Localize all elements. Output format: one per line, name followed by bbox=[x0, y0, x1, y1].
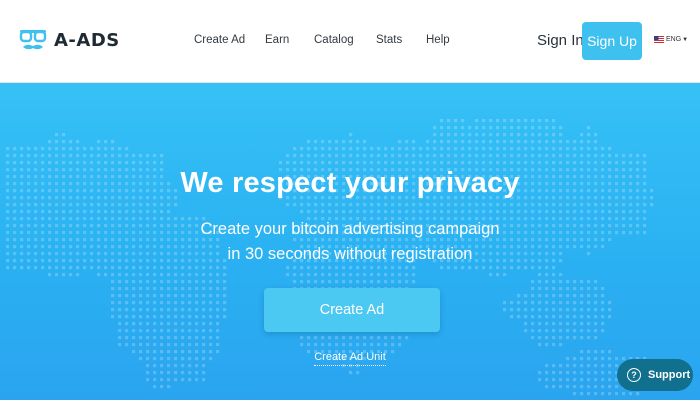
nav-item-catalog[interactable]: Catalog bbox=[314, 34, 354, 46]
nav-item-earn[interactable]: Earn bbox=[265, 34, 289, 46]
logo[interactable]: A-ADS bbox=[18, 24, 120, 56]
nav-item-stats[interactable]: Stats bbox=[376, 34, 402, 46]
question-circle-icon: ? bbox=[627, 368, 641, 382]
glasses-mustache-icon bbox=[18, 25, 48, 55]
language-code: ENG bbox=[666, 36, 682, 43]
create-ad-unit-link-wrapper: Create Ad Unit bbox=[0, 351, 700, 366]
language-selector[interactable]: ENG ▼ bbox=[654, 36, 688, 43]
support-label: Support bbox=[648, 369, 691, 381]
create-ad-button-label: Create Ad bbox=[319, 302, 385, 318]
us-flag-icon bbox=[654, 36, 664, 43]
hero-section: We respect your privacy Create your bitc… bbox=[0, 83, 700, 400]
header: A-ADS Create Ad Earn Catalog Stats Help … bbox=[0, 0, 700, 83]
hero-title: We respect your privacy bbox=[180, 167, 520, 199]
nav-item-create-ad[interactable]: Create Ad bbox=[194, 34, 245, 46]
hero-subtitle-line-2: in 30 seconds without registration bbox=[227, 245, 473, 263]
chevron-down-icon: ▼ bbox=[682, 36, 689, 43]
sign-up-label: Sign Up bbox=[587, 33, 637, 49]
sign-up-button[interactable]: Sign Up bbox=[582, 22, 642, 60]
create-ad-unit-link[interactable]: Create Ad Unit bbox=[314, 351, 386, 366]
support-button[interactable]: ? Support bbox=[617, 359, 693, 391]
hero-subtitle-line-1: Create your bitcoin advertising campaign bbox=[200, 220, 500, 238]
nav-item-help[interactable]: Help bbox=[426, 34, 450, 46]
sign-in-link[interactable]: Sign In bbox=[537, 32, 584, 49]
create-ad-button[interactable]: Create Ad bbox=[264, 288, 440, 332]
hero-subtitle: Create your bitcoin advertising campaign… bbox=[0, 217, 700, 267]
logo-text: A-ADS bbox=[54, 29, 120, 51]
